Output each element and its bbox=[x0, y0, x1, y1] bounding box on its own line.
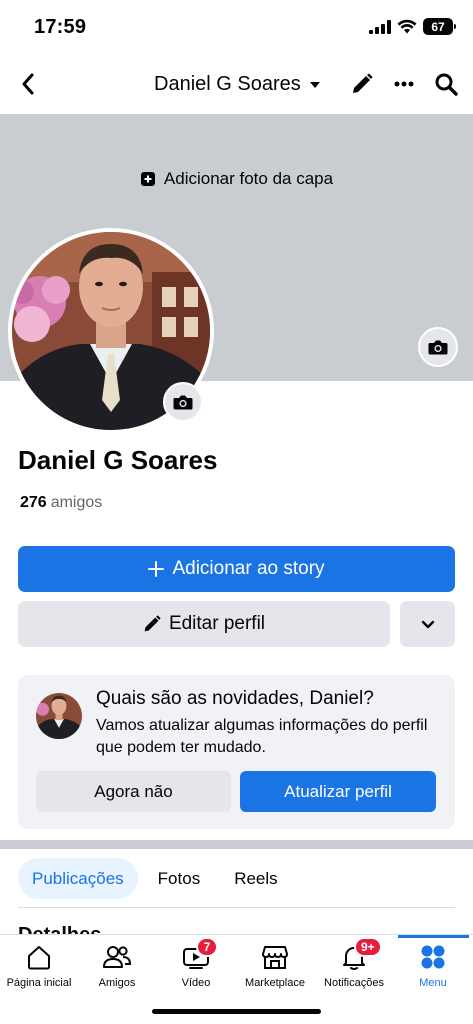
pencil-icon bbox=[144, 615, 161, 632]
profile-tabs: Publicações Fotos Reels bbox=[18, 858, 292, 899]
card-text: Vamos atualizar algumas informações do p… bbox=[96, 717, 428, 756]
nav-video[interactable]: 7 Vídeo bbox=[157, 937, 235, 989]
avatar-camera-button[interactable] bbox=[163, 382, 203, 422]
nav-video-label: Vídeo bbox=[181, 977, 211, 989]
nav-notifications[interactable]: 9+ Notificações bbox=[315, 937, 393, 989]
status-time: 17:59 bbox=[34, 16, 87, 38]
nav-home-label: Página inicial bbox=[6, 977, 72, 989]
nav-marketplace-label: Marketplace bbox=[245, 977, 305, 989]
marketplace-icon bbox=[259, 941, 291, 973]
chevron-left-icon bbox=[22, 73, 34, 95]
battery-indicator: 67 bbox=[423, 18, 456, 35]
nav-menu[interactable]: Menu bbox=[394, 941, 472, 989]
search-icon bbox=[435, 73, 458, 96]
friends-count[interactable]: 276 amigos bbox=[20, 494, 102, 512]
card-avatar bbox=[36, 693, 82, 739]
camera-icon bbox=[173, 395, 193, 410]
friends-number: 276 bbox=[20, 494, 47, 511]
back-button[interactable] bbox=[14, 70, 42, 98]
add-cover-photo-button[interactable]: Adicionar foto da capa bbox=[0, 169, 473, 189]
nav-marketplace[interactable]: Marketplace bbox=[236, 941, 314, 989]
not-now-button[interactable]: Agora não bbox=[36, 771, 231, 812]
status-icons: 67 bbox=[369, 18, 456, 35]
friends-icon bbox=[101, 941, 133, 973]
add-to-story-button[interactable]: Adicionar ao story bbox=[18, 546, 455, 592]
pencil-icon bbox=[353, 73, 373, 93]
nav-menu-label: Menu bbox=[419, 977, 447, 989]
header-title: Daniel G Soares bbox=[154, 73, 301, 95]
section-divider bbox=[0, 840, 473, 849]
edit-profile-button[interactable]: Editar perfil bbox=[18, 601, 390, 647]
video-badge: 7 bbox=[196, 937, 218, 957]
add-cover-photo-label: Adicionar foto da capa bbox=[163, 169, 334, 188]
wifi-icon bbox=[397, 19, 417, 34]
nav-friends[interactable]: Amigos bbox=[78, 941, 156, 989]
profile-more-button[interactable] bbox=[400, 601, 455, 647]
camera-icon bbox=[428, 340, 448, 355]
tab-fotos[interactable]: Fotos bbox=[144, 858, 215, 899]
home-icon bbox=[23, 941, 55, 973]
nav-home[interactable]: Página inicial bbox=[0, 941, 78, 989]
search-button[interactable] bbox=[433, 70, 459, 98]
nav-notifications-label: Notificações bbox=[324, 977, 384, 989]
edit-profile-label: Editar perfil bbox=[168, 613, 266, 634]
more-options-button[interactable] bbox=[391, 70, 417, 98]
friends-label: amigos bbox=[50, 494, 103, 511]
home-indicator bbox=[152, 1009, 321, 1014]
chevron-down-icon bbox=[421, 620, 434, 628]
tab-publicacoes[interactable]: Publicações bbox=[18, 858, 138, 899]
header-actions bbox=[349, 70, 459, 98]
tab-reels[interactable]: Reels bbox=[220, 858, 291, 899]
update-profile-button[interactable]: Atualizar perfil bbox=[240, 771, 436, 812]
add-to-story-label: Adicionar ao story bbox=[172, 558, 325, 579]
profile-switcher[interactable]: Daniel G Soares bbox=[154, 73, 321, 96]
profile-name: Daniel G Soares bbox=[18, 445, 218, 475]
nav-friends-label: Amigos bbox=[98, 977, 136, 989]
video-icon: 7 bbox=[180, 937, 218, 973]
cover-camera-button[interactable] bbox=[418, 327, 458, 367]
card-avatar-image bbox=[36, 693, 82, 739]
card-title: Quais são as novidades, Daniel? bbox=[96, 688, 374, 709]
top-nav: Daniel G Soares bbox=[0, 56, 473, 114]
signal-icon bbox=[369, 19, 391, 34]
add-photo-icon bbox=[140, 172, 155, 186]
plus-icon bbox=[148, 561, 165, 577]
bell-icon: 9+ bbox=[338, 937, 382, 973]
edit-button[interactable] bbox=[349, 70, 375, 98]
menu-icon bbox=[417, 941, 449, 973]
notifications-badge: 9+ bbox=[354, 937, 382, 957]
more-dots-icon bbox=[394, 81, 414, 87]
update-profile-card: Quais são as novidades, Daniel? Vamos at… bbox=[18, 675, 455, 829]
active-tab-indicator bbox=[398, 935, 469, 938]
status-bar: 17:59 67 bbox=[0, 0, 473, 56]
caret-down-icon bbox=[309, 81, 320, 88]
tabs-divider bbox=[18, 907, 455, 908]
